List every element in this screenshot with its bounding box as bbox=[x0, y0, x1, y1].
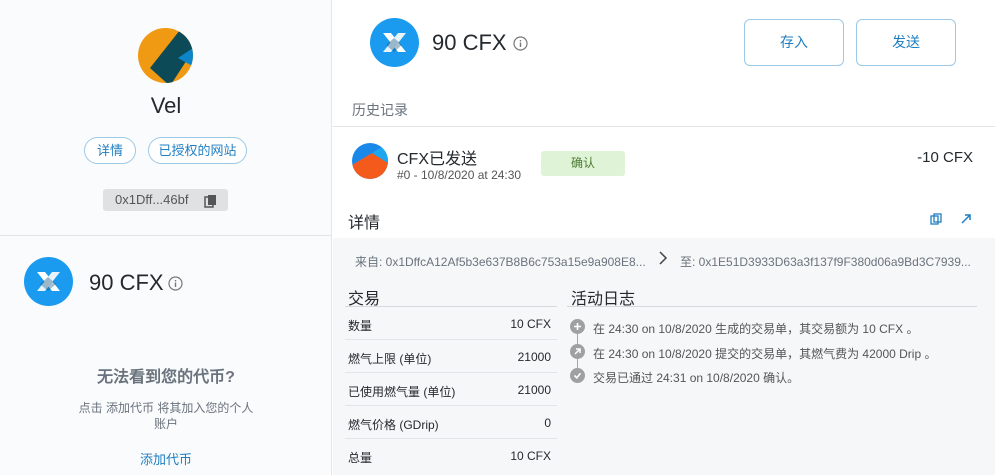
table-row: 燃气价格 (GDrip) 0 bbox=[345, 406, 557, 439]
cfx-logo-icon bbox=[370, 18, 419, 67]
token-help-text: 点击 添加代币 将其加入您的个人账户 bbox=[78, 401, 254, 431]
history-label: 历史记录 bbox=[352, 102, 408, 118]
arrow-up-right-icon bbox=[570, 344, 585, 359]
transaction-amount: -10 CFX bbox=[917, 149, 973, 166]
row-value: 21000 bbox=[517, 350, 551, 364]
row-label: 数量 bbox=[348, 319, 373, 333]
transaction-title[interactable]: CFX已发送 bbox=[397, 145, 477, 169]
row-value: 10 CFX bbox=[510, 317, 551, 331]
cfx-logo-icon bbox=[24, 257, 73, 306]
send-button[interactable]: 发送 bbox=[856, 19, 956, 66]
plus-icon bbox=[570, 319, 585, 334]
transaction-subtitle: #0 - 10/8/2020 at 24:30 bbox=[397, 168, 522, 182]
token-help-title: 无法看到您的代币? bbox=[97, 369, 235, 386]
row-value: 10 CFX bbox=[510, 449, 551, 463]
account-section: Vel 详情 已授权的网站 0x1Dff...46bf bbox=[0, 0, 332, 236]
account-avatar[interactable] bbox=[138, 28, 193, 83]
activity-log-text: 在 24:30 on 10/8/2020 生成的交易单，其交易额为 10 CFX… bbox=[593, 322, 919, 336]
divider bbox=[333, 126, 995, 127]
activity-log-text: 交易已通过 24:31 on 10/8/2020 确认。 bbox=[593, 371, 800, 385]
info-icon[interactable] bbox=[513, 31, 528, 57]
table-row: 已使用燃气量 (单位) 21000 bbox=[345, 373, 557, 406]
account-address[interactable]: 0x1Dff...46bf bbox=[103, 189, 228, 211]
copy-transaction-icon[interactable] bbox=[925, 208, 947, 230]
copy-icon[interactable] bbox=[204, 193, 218, 215]
open-in-explorer-icon[interactable] bbox=[955, 208, 977, 230]
row-label: 燃气上限 (单位) bbox=[348, 352, 432, 366]
check-icon bbox=[570, 368, 585, 383]
from-address[interactable]: 来自: 0x1DffcA12Af5b3e637B8B6c753a15e9a908… bbox=[355, 253, 647, 270]
activity-log-text: 在 24:30 on 10/8/2020 提交的交易单，其燃气费为 42000 … bbox=[593, 347, 937, 361]
table-row: 燃气上限 (单位) 21000 bbox=[345, 340, 557, 373]
authorized-sites-button[interactable]: 已授权的网站 bbox=[148, 137, 247, 164]
sidebar: Vel 详情 已授权的网站 0x1Dff...46bf 90 CFX 无法看到您… bbox=[0, 0, 332, 475]
to-address[interactable]: 至: 0x1E51D3933D63a3f137f9F380d06a9Bd3C79… bbox=[680, 253, 972, 270]
row-label: 燃气价格 (GDrip) bbox=[348, 418, 439, 432]
row-value: 21000 bbox=[517, 383, 551, 397]
details-heading: 详情 bbox=[348, 215, 381, 232]
account-name: Vel bbox=[150, 93, 182, 118]
divider bbox=[567, 306, 977, 307]
account-address-text: 0x1Dff...46bf bbox=[115, 192, 189, 207]
sidebar-asset-balance: 90 CFX bbox=[89, 270, 183, 296]
sidebar-balance-text: 90 CFX bbox=[89, 270, 164, 295]
info-icon[interactable] bbox=[168, 276, 183, 296]
account-details-button[interactable]: 详情 bbox=[84, 137, 136, 164]
table-row: 数量 10 CFX bbox=[345, 307, 557, 340]
main-balance: 90 CFX bbox=[432, 30, 528, 57]
add-token-link[interactable]: 添加代币 bbox=[0, 449, 332, 468]
transaction-avatar bbox=[352, 143, 388, 179]
chevron-right-icon bbox=[657, 251, 669, 270]
table-row: 总量 10 CFX bbox=[345, 439, 557, 472]
deposit-button[interactable]: 存入 bbox=[744, 19, 844, 66]
main-balance-text: 90 CFX bbox=[432, 30, 507, 55]
row-value: 0 bbox=[544, 416, 551, 430]
row-label: 已使用燃气量 (单位) bbox=[348, 385, 456, 399]
row-label: 总量 bbox=[348, 451, 373, 465]
transaction-status-badge: 确认 bbox=[541, 151, 625, 176]
